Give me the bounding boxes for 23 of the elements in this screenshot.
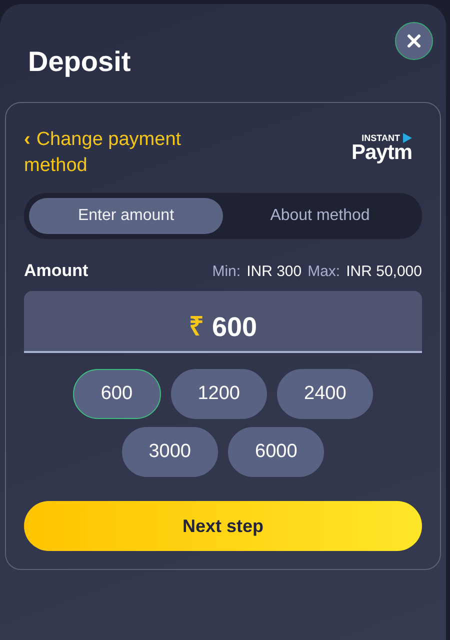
amount-label: Amount — [24, 261, 88, 281]
close-button[interactable] — [395, 22, 433, 60]
limit-label: Min: — [212, 262, 241, 280]
amount-value: 600 — [212, 312, 258, 343]
next-step-button[interactable]: Next step — [24, 501, 422, 551]
currency-symbol: ₹ — [188, 310, 204, 343]
amount-chip[interactable]: 600 — [72, 369, 161, 419]
close-icon — [407, 34, 421, 48]
dialog-title: Deposit — [28, 46, 131, 78]
play-icon — [402, 133, 412, 143]
amount-chip[interactable]: 6000 — [228, 427, 324, 477]
limit-value: INR 50,000 — [346, 262, 422, 280]
tab[interactable]: About method — [223, 198, 417, 234]
amount-field[interactable]: ₹ 600 — [24, 291, 422, 353]
amount-chip[interactable]: 2400 — [277, 369, 374, 419]
change-method-link[interactable]: ‹ Change payment method — [24, 127, 224, 179]
amount-chip[interactable]: 3000 — [122, 427, 218, 477]
amount-chip[interactable]: 1200 — [170, 369, 267, 419]
logo-wordmark: Paytm — [351, 143, 412, 163]
limit-label: Max: — [308, 262, 340, 280]
limit-value: INR 300 — [246, 262, 302, 280]
tab[interactable]: Enter amount — [29, 198, 223, 234]
logo-caption: INSTANT — [362, 133, 412, 143]
